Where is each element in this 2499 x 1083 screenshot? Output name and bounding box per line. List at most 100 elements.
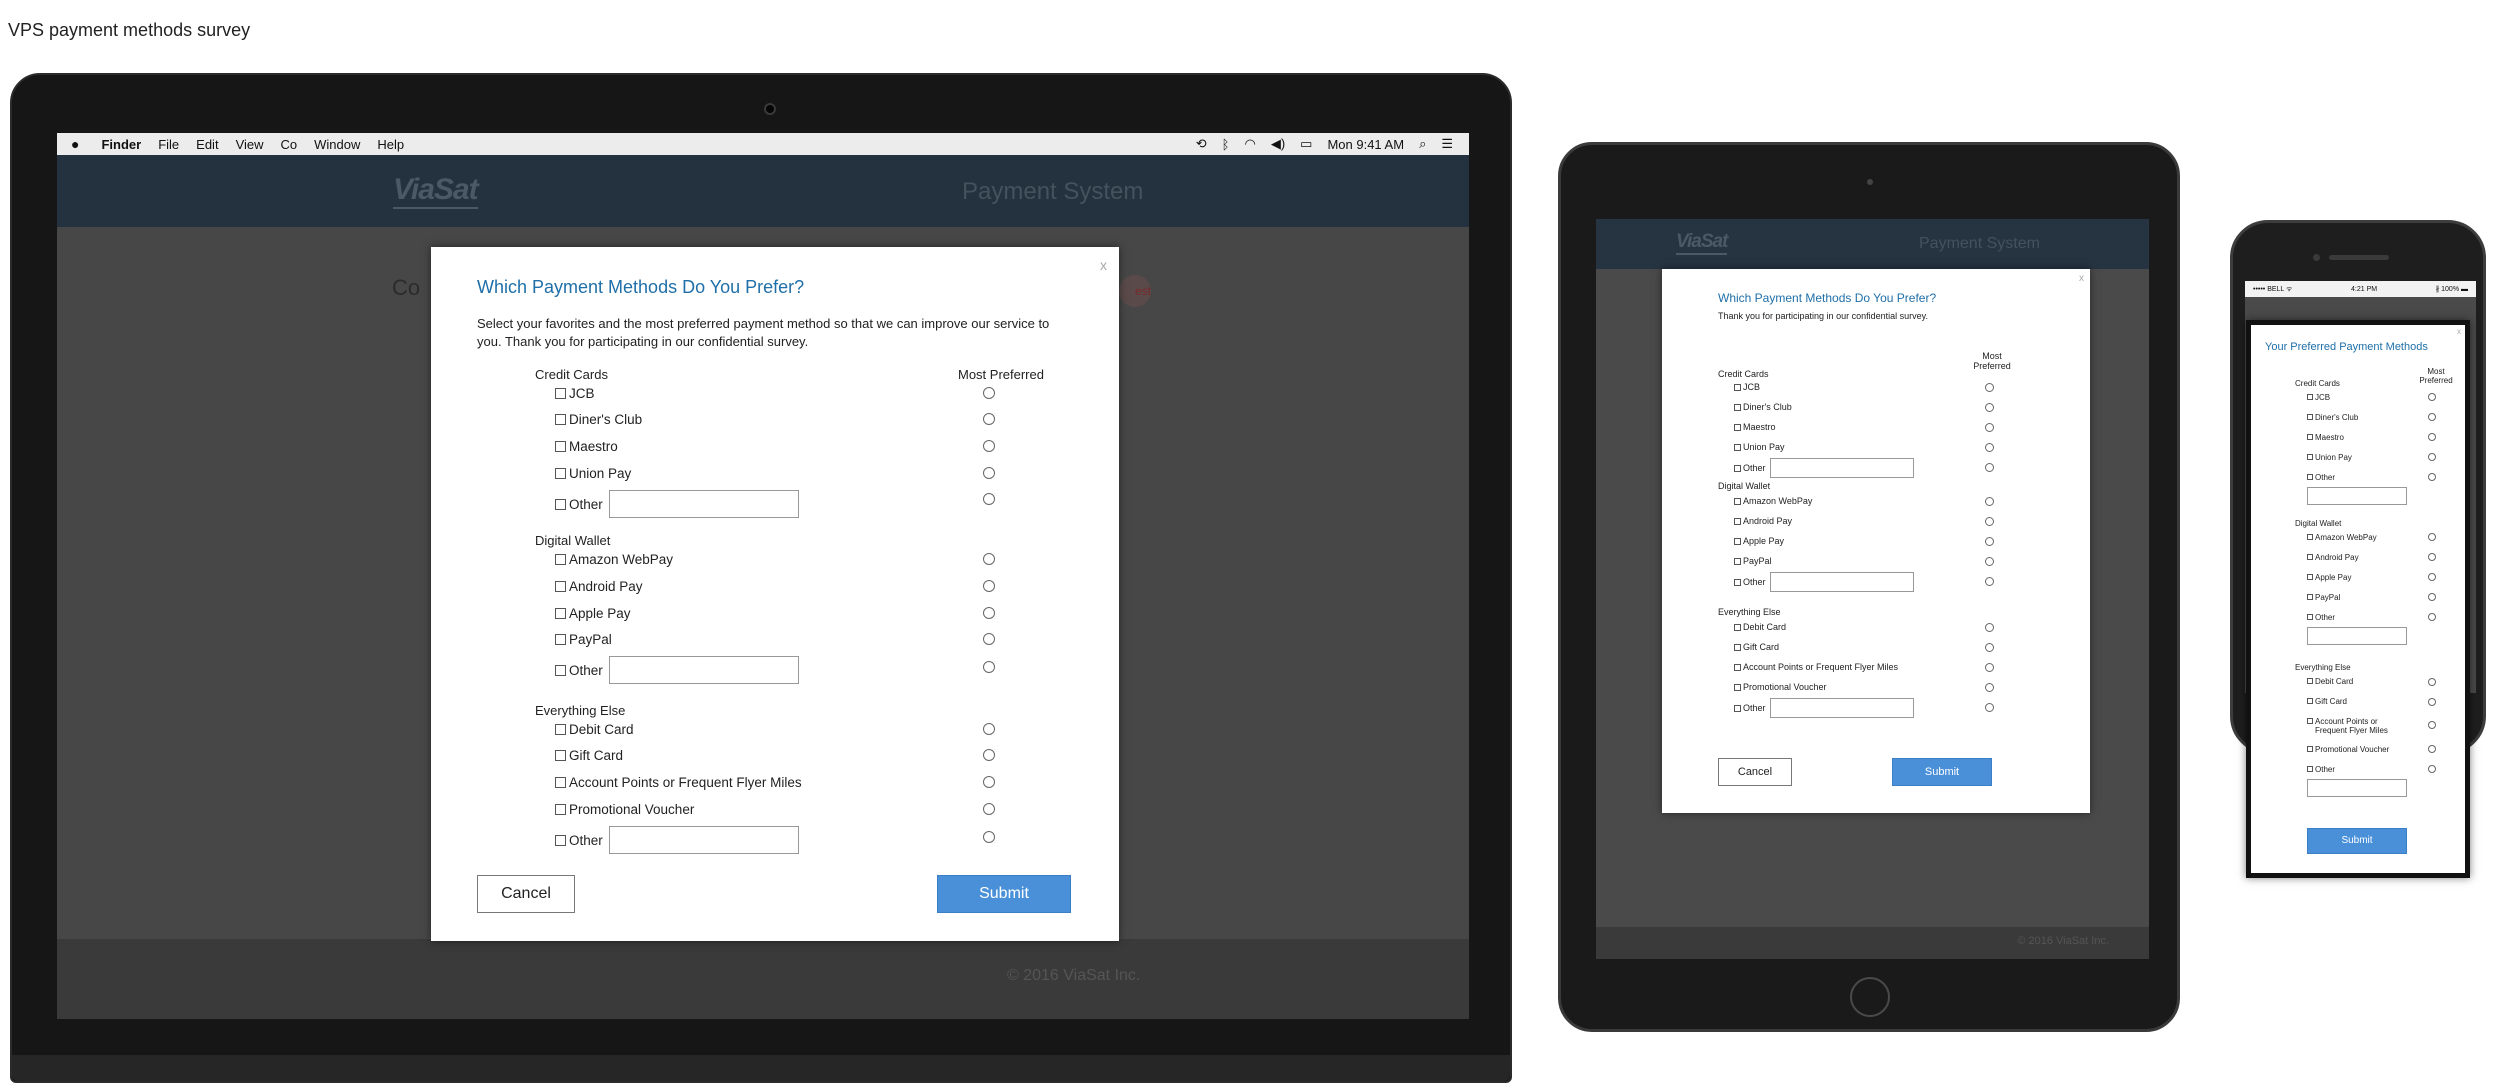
radio-diners-club[interactable] [2428, 413, 2436, 421]
checkbox[interactable] [1734, 623, 1741, 631]
radio-account-points[interactable] [1985, 663, 1994, 672]
checkbox[interactable] [2307, 534, 2313, 540]
option-other-wallet[interactable]: Other [2307, 611, 2335, 623]
apple-icon[interactable]: ● [71, 136, 79, 152]
close-icon[interactable]: x [1100, 257, 1107, 273]
radio-promotional-voucher[interactable] [983, 803, 995, 815]
option-apple-pay[interactable]: Apple Pay [555, 603, 631, 623]
option-diners-club[interactable]: Diner's Club [2307, 411, 2358, 423]
radio-gift-card[interactable] [2428, 698, 2436, 706]
checkbox[interactable] [555, 607, 566, 619]
wifi-icon[interactable]: ◠ [1244, 136, 1255, 152]
battery-icon[interactable]: ▭ [1300, 136, 1312, 152]
checkbox[interactable] [1734, 663, 1741, 671]
option-jcb[interactable]: JCB [555, 383, 595, 403]
checkbox[interactable] [555, 664, 566, 676]
option-gift-card[interactable]: Gift Card [2307, 695, 2347, 707]
checkbox[interactable] [2307, 746, 2313, 752]
checkbox[interactable] [1734, 537, 1741, 545]
checkbox[interactable] [2307, 554, 2313, 560]
checkbox[interactable] [1734, 517, 1741, 525]
radio-debit-card[interactable] [2428, 678, 2436, 686]
option-promotional-voucher[interactable]: Promotional Voucher [1734, 680, 1827, 694]
option-paypal[interactable]: PayPal [555, 629, 612, 649]
radio-diners-club[interactable] [983, 413, 995, 425]
radio-account-points[interactable] [2428, 721, 2436, 729]
home-button[interactable] [1850, 977, 1890, 1017]
checkbox[interactable] [2307, 594, 2313, 600]
option-other-credit[interactable]: Other [1734, 457, 1914, 479]
other-text-input[interactable] [608, 490, 799, 518]
checkbox[interactable] [1734, 497, 1741, 505]
radio-jcb[interactable] [1985, 383, 1994, 392]
option-account-points[interactable]: Account Points or Frequent Flyer Miles [555, 772, 802, 792]
radio-promotional-voucher[interactable] [2428, 745, 2436, 753]
checkbox[interactable] [2307, 766, 2313, 772]
radio-union-pay[interactable] [1985, 443, 1994, 452]
radio-android-pay[interactable] [983, 580, 995, 592]
option-android-pay[interactable]: Android Pay [555, 576, 643, 596]
option-debit-card[interactable]: Debit Card [2307, 675, 2353, 687]
checkbox[interactable] [1734, 464, 1741, 472]
option-paypal[interactable]: PayPal [1734, 554, 1772, 568]
radio-android-pay[interactable] [1985, 517, 1994, 526]
radio-jcb[interactable] [2428, 393, 2436, 401]
radio-amazon-webpay[interactable] [983, 553, 995, 565]
checkbox[interactable] [555, 413, 566, 425]
radio-other-else[interactable] [983, 831, 995, 843]
menu-view[interactable]: View [236, 137, 264, 152]
radio-apple-pay[interactable] [983, 607, 995, 619]
checkbox[interactable] [1734, 704, 1741, 712]
radio-account-points[interactable] [983, 776, 995, 788]
checkbox[interactable] [555, 467, 566, 479]
checkbox[interactable] [2307, 434, 2313, 440]
radio-other-wallet[interactable] [983, 661, 995, 673]
other-text-input[interactable] [2307, 627, 2407, 645]
checkbox[interactable] [555, 553, 566, 565]
option-other-else[interactable]: Other [2307, 763, 2335, 775]
checkbox[interactable] [1734, 683, 1741, 691]
radio-other-else[interactable] [1985, 703, 1994, 712]
submit-button[interactable]: Submit [1892, 758, 1992, 786]
radio-apple-pay[interactable] [2428, 573, 2436, 581]
option-other-wallet[interactable]: Other [555, 655, 799, 685]
checkbox[interactable] [1734, 423, 1741, 431]
checkbox[interactable] [1734, 643, 1741, 651]
radio-android-pay[interactable] [2428, 553, 2436, 561]
option-union-pay[interactable]: Union Pay [2307, 451, 2352, 463]
radio-other-credit[interactable] [2428, 473, 2436, 481]
other-text-input[interactable] [2307, 779, 2407, 797]
option-jcb[interactable]: JCB [1734, 380, 1760, 394]
menu-go[interactable]: Co [281, 137, 298, 152]
radio-paypal[interactable] [983, 633, 995, 645]
radio-paypal[interactable] [2428, 593, 2436, 601]
option-apple-pay[interactable]: Apple Pay [1734, 534, 1784, 548]
option-maestro[interactable]: Maestro [2307, 431, 2344, 443]
checkbox[interactable] [1734, 557, 1741, 565]
option-diners-club[interactable]: Diner's Club [1734, 400, 1792, 414]
radio-other-credit[interactable] [1985, 463, 1994, 472]
bluetooth-icon[interactable]: ᛒ [1222, 137, 1230, 152]
checkbox[interactable] [555, 803, 566, 815]
option-android-pay[interactable]: Android Pay [1734, 514, 1792, 528]
radio-other-credit[interactable] [983, 493, 995, 505]
radio-union-pay[interactable] [983, 467, 995, 479]
option-amazon-webpay[interactable]: Amazon WebPay [2307, 531, 2377, 543]
option-other-credit[interactable]: Other [2307, 471, 2335, 483]
option-other-else[interactable]: Other [555, 825, 799, 855]
cancel-button[interactable]: Cancel [1718, 758, 1792, 786]
option-diners-club[interactable]: Diner's Club [555, 409, 642, 429]
other-text-input[interactable] [608, 826, 799, 854]
checkbox[interactable] [555, 440, 566, 452]
option-maestro[interactable]: Maestro [555, 436, 618, 456]
option-union-pay[interactable]: Union Pay [1734, 440, 1785, 454]
menu-help[interactable]: Help [377, 137, 404, 152]
menu-edit[interactable]: Edit [196, 137, 218, 152]
checkbox[interactable] [1734, 403, 1741, 411]
option-android-pay[interactable]: Android Pay [2307, 551, 2359, 563]
menu-window[interactable]: Window [314, 137, 360, 152]
option-gift-card[interactable]: Gift Card [555, 745, 623, 765]
checkbox[interactable] [2307, 394, 2313, 400]
spotlight-icon[interactable]: ⌕ [1419, 136, 1426, 152]
radio-union-pay[interactable] [2428, 453, 2436, 461]
